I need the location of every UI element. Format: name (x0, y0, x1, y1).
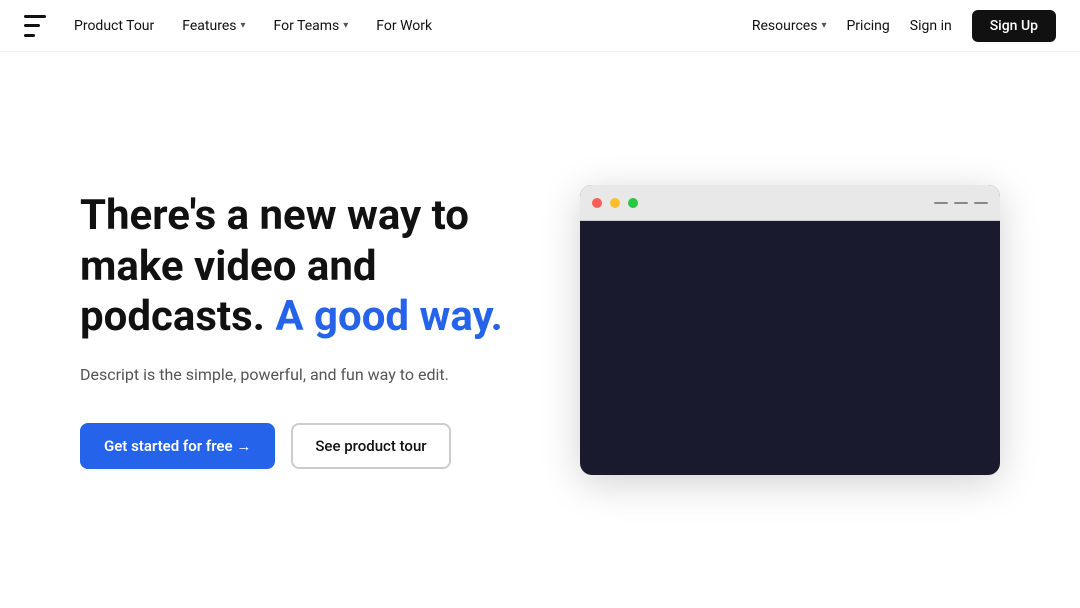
product-tour-button[interactable]: See product tour (291, 423, 450, 469)
app-toolbar (580, 185, 1000, 221)
window-minimize-dot (610, 198, 620, 208)
features-chevron-icon: ▾ (240, 20, 245, 31)
signin-button[interactable]: Sign in (910, 18, 952, 34)
signup-button[interactable]: Sign Up (972, 10, 1056, 42)
hero-heading: There's a new way to make video and podc… (80, 191, 520, 342)
toolbar-controls (934, 202, 988, 204)
get-started-button[interactable]: Get started for free → (80, 423, 275, 469)
hero-heading-highlight: A good way. (275, 292, 502, 341)
hero-content: There's a new way to make video and podc… (80, 191, 520, 468)
hero-buttons: Get started for free → See product tour (80, 423, 520, 469)
nav-product-tour[interactable]: Product Tour (74, 18, 154, 34)
teams-chevron-icon: ▾ (343, 20, 348, 31)
logo-icon (24, 15, 46, 37)
hero-video: Riptide Report (580, 185, 1000, 475)
hero-section: There's a new way to make video and podc… (0, 52, 1080, 608)
nav-features[interactable]: Features ▾ (182, 18, 245, 34)
navbar: Product Tour Features ▾ For Teams ▾ For … (0, 0, 1080, 52)
nav-for-teams[interactable]: For Teams ▾ (274, 18, 349, 34)
nav-right: Resources ▾ Pricing Sign in Sign Up (752, 10, 1056, 42)
resources-chevron-icon: ▾ (821, 20, 826, 31)
nav-for-work[interactable]: For Work (376, 18, 432, 34)
nav-resources[interactable]: Resources ▾ (752, 18, 827, 34)
window-close-dot (592, 198, 602, 208)
hero-subtext: Descript is the simple, powerful, and fu… (80, 363, 520, 387)
nav-left: Product Tour Features ▾ For Teams ▾ For … (24, 15, 432, 37)
nav-pricing[interactable]: Pricing (846, 18, 889, 34)
logo[interactable] (24, 15, 46, 37)
window-maximize-dot (628, 198, 638, 208)
